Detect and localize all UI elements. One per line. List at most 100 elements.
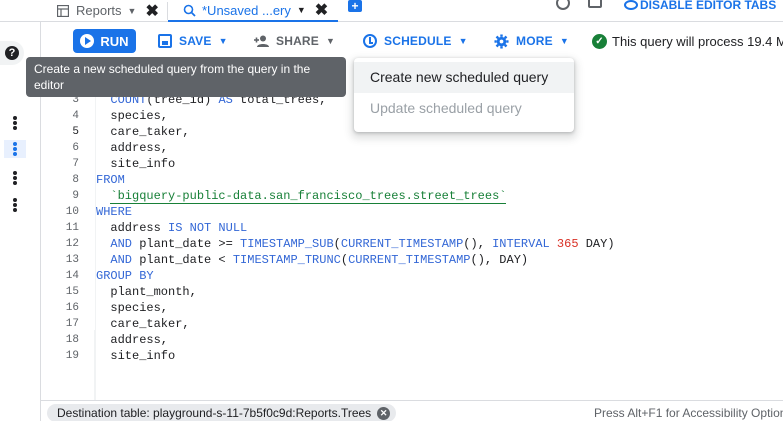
- schedule-button[interactable]: SCHEDULE ▼: [363, 29, 468, 53]
- keyboard-icon[interactable]: [588, 0, 602, 8]
- sql-text: (: [333, 237, 341, 251]
- clear-icon[interactable]: ✕: [377, 406, 391, 420]
- code-line[interactable]: `bigquery-public-data.san_francisco_tree…: [96, 188, 507, 204]
- chevron-down-icon: ▼: [326, 36, 336, 46]
- line-number: 12: [65, 238, 79, 250]
- save-label: SAVE: [179, 34, 212, 48]
- more-vert-icon[interactable]: [4, 140, 26, 158]
- line-number: 8: [72, 174, 79, 186]
- sql-keyword: GROUP BY: [96, 269, 154, 283]
- sql-function: TIMESTAMP_SUB: [240, 237, 334, 251]
- code-line[interactable]: address,: [96, 140, 168, 156]
- destination-table-label: Destination table: playground-s-11-7b5f0…: [57, 406, 372, 420]
- code-line[interactable]: site_info: [96, 348, 175, 364]
- line-number: 19: [65, 350, 79, 362]
- line-number: 9: [72, 190, 79, 202]
- code-line[interactable]: species,: [96, 108, 168, 124]
- accessibility-hint: Press Alt+F1 for Accessibility Options: [594, 406, 783, 420]
- code-line[interactable]: WHERE: [96, 204, 132, 220]
- sql-text: (),: [463, 237, 493, 251]
- sql-function: CURRENT_TIMESTAMP: [348, 253, 471, 267]
- line-number: 10: [65, 206, 79, 218]
- line-number: 7: [72, 158, 79, 170]
- run-button[interactable]: RUN: [73, 29, 136, 53]
- more-vert-icon[interactable]: [10, 114, 20, 132]
- sql-keyword: INTERVAL: [492, 237, 550, 251]
- sql-text: care_taker,: [96, 125, 190, 139]
- code-line[interactable]: care_taker,: [96, 316, 190, 332]
- save-button[interactable]: SAVE ▼: [158, 29, 228, 53]
- line-number: 15: [65, 286, 79, 298]
- query-validation-status: ✓ This query will process 19.4 M: [592, 29, 783, 53]
- table-reference[interactable]: `bigquery-public-data.san_francisco_tree…: [110, 189, 507, 204]
- chevron-down-icon: ▼: [218, 36, 228, 46]
- line-number: 4: [72, 110, 79, 122]
- sql-keyword: AND: [110, 253, 133, 267]
- tab-unsaved-query[interactable]: *Unsaved ...ery ▼ ✖: [168, 0, 338, 22]
- more-button[interactable]: MORE ▼: [494, 29, 569, 53]
- code-line[interactable]: GROUP BY: [96, 268, 154, 284]
- sql-text: (), DAY): [470, 253, 529, 267]
- bigquery-editor-window: Reports ▼ ✖ *Unsaved ...ery ▼ ✖ + DISABL…: [0, 0, 783, 421]
- info-icon[interactable]: [556, 0, 570, 10]
- schedule-dropdown-menu: Create new scheduled query Update schedu…: [354, 58, 574, 132]
- code-line[interactable]: AND plant_date < TIMESTAMP_TRUNC(CURRENT…: [96, 252, 528, 268]
- chevron-down-icon[interactable]: ▼: [297, 5, 306, 15]
- grid-icon: [56, 4, 70, 18]
- help-icon: ?: [5, 46, 19, 60]
- line-number: 16: [65, 302, 79, 314]
- number-literal: 365: [556, 237, 579, 251]
- query-search-icon: [182, 3, 196, 17]
- more-vert-icon[interactable]: [10, 196, 20, 214]
- sql-text: address,: [96, 141, 169, 155]
- sql-function: CURRENT_TIMESTAMP: [340, 237, 464, 251]
- code-line[interactable]: care_taker,: [96, 124, 190, 140]
- sql-text: address,: [96, 333, 169, 347]
- gear-icon: [494, 33, 509, 49]
- sql-text: species,: [96, 109, 169, 123]
- schedule-label: SCHEDULE: [384, 34, 452, 48]
- chevron-down-icon[interactable]: ▼: [128, 6, 137, 16]
- menu-item-update-scheduled-query[interactable]: Update scheduled query: [354, 93, 574, 124]
- code-line[interactable]: species,: [96, 300, 168, 316]
- more-vert-icon[interactable]: [10, 169, 20, 187]
- sql-text: (: [340, 253, 349, 267]
- code-line[interactable]: AND plant_date >= TIMESTAMP_SUB(CURRENT_…: [96, 236, 615, 252]
- tab-reports[interactable]: Reports ▼ ✖: [42, 0, 168, 21]
- code-line[interactable]: site_info: [96, 156, 175, 172]
- sql-text: DAY): [578, 237, 615, 251]
- add-tab-button[interactable]: +: [348, 0, 362, 12]
- menu-item-create-scheduled-query[interactable]: Create new scheduled query: [354, 62, 574, 93]
- code-line[interactable]: FROM: [96, 172, 125, 188]
- sql-text: site_info: [96, 157, 176, 171]
- play-icon: [80, 34, 95, 48]
- code-line[interactable]: address,: [96, 332, 168, 348]
- chevron-down-icon: ▼: [458, 36, 468, 46]
- close-tab-reports-icon[interactable]: ✖: [145, 1, 158, 21]
- sql-function: TIMESTAMP_TRUNC: [232, 253, 341, 267]
- more-label: MORE: [516, 34, 553, 48]
- sql-keyword: AND: [110, 237, 133, 251]
- disable-editor-tabs-button[interactable]: DISABLE EDITOR TABS: [624, 0, 776, 12]
- sql-keyword: WHERE: [96, 205, 133, 219]
- sql-keyword: FROM: [96, 173, 125, 187]
- schedule-tooltip: Create a new scheduled query from the qu…: [26, 57, 346, 97]
- close-tab-unsaved-icon[interactable]: ✖: [315, 0, 328, 20]
- run-label: RUN: [100, 33, 129, 49]
- code-line[interactable]: plant_month,: [96, 284, 196, 300]
- help-button[interactable]: ?: [0, 41, 24, 65]
- eye-off-icon: [624, 0, 638, 10]
- line-number-gutter: 3 4 5 6 7 8 9 10 11 12 13 14 15 16 17 18…: [41, 58, 95, 400]
- clock-icon: [363, 34, 377, 48]
- sql-text: site_info: [96, 349, 176, 363]
- code-line[interactable]: address IS NOT NULL: [96, 220, 247, 236]
- check-circle-icon: ✓: [592, 33, 607, 49]
- sql-text: species,: [96, 301, 169, 315]
- sql-text: care_taker,: [96, 317, 190, 331]
- share-button[interactable]: SHARE ▼: [254, 29, 335, 53]
- destination-table-chip[interactable]: Destination table: playground-s-11-7b5f0…: [47, 404, 397, 421]
